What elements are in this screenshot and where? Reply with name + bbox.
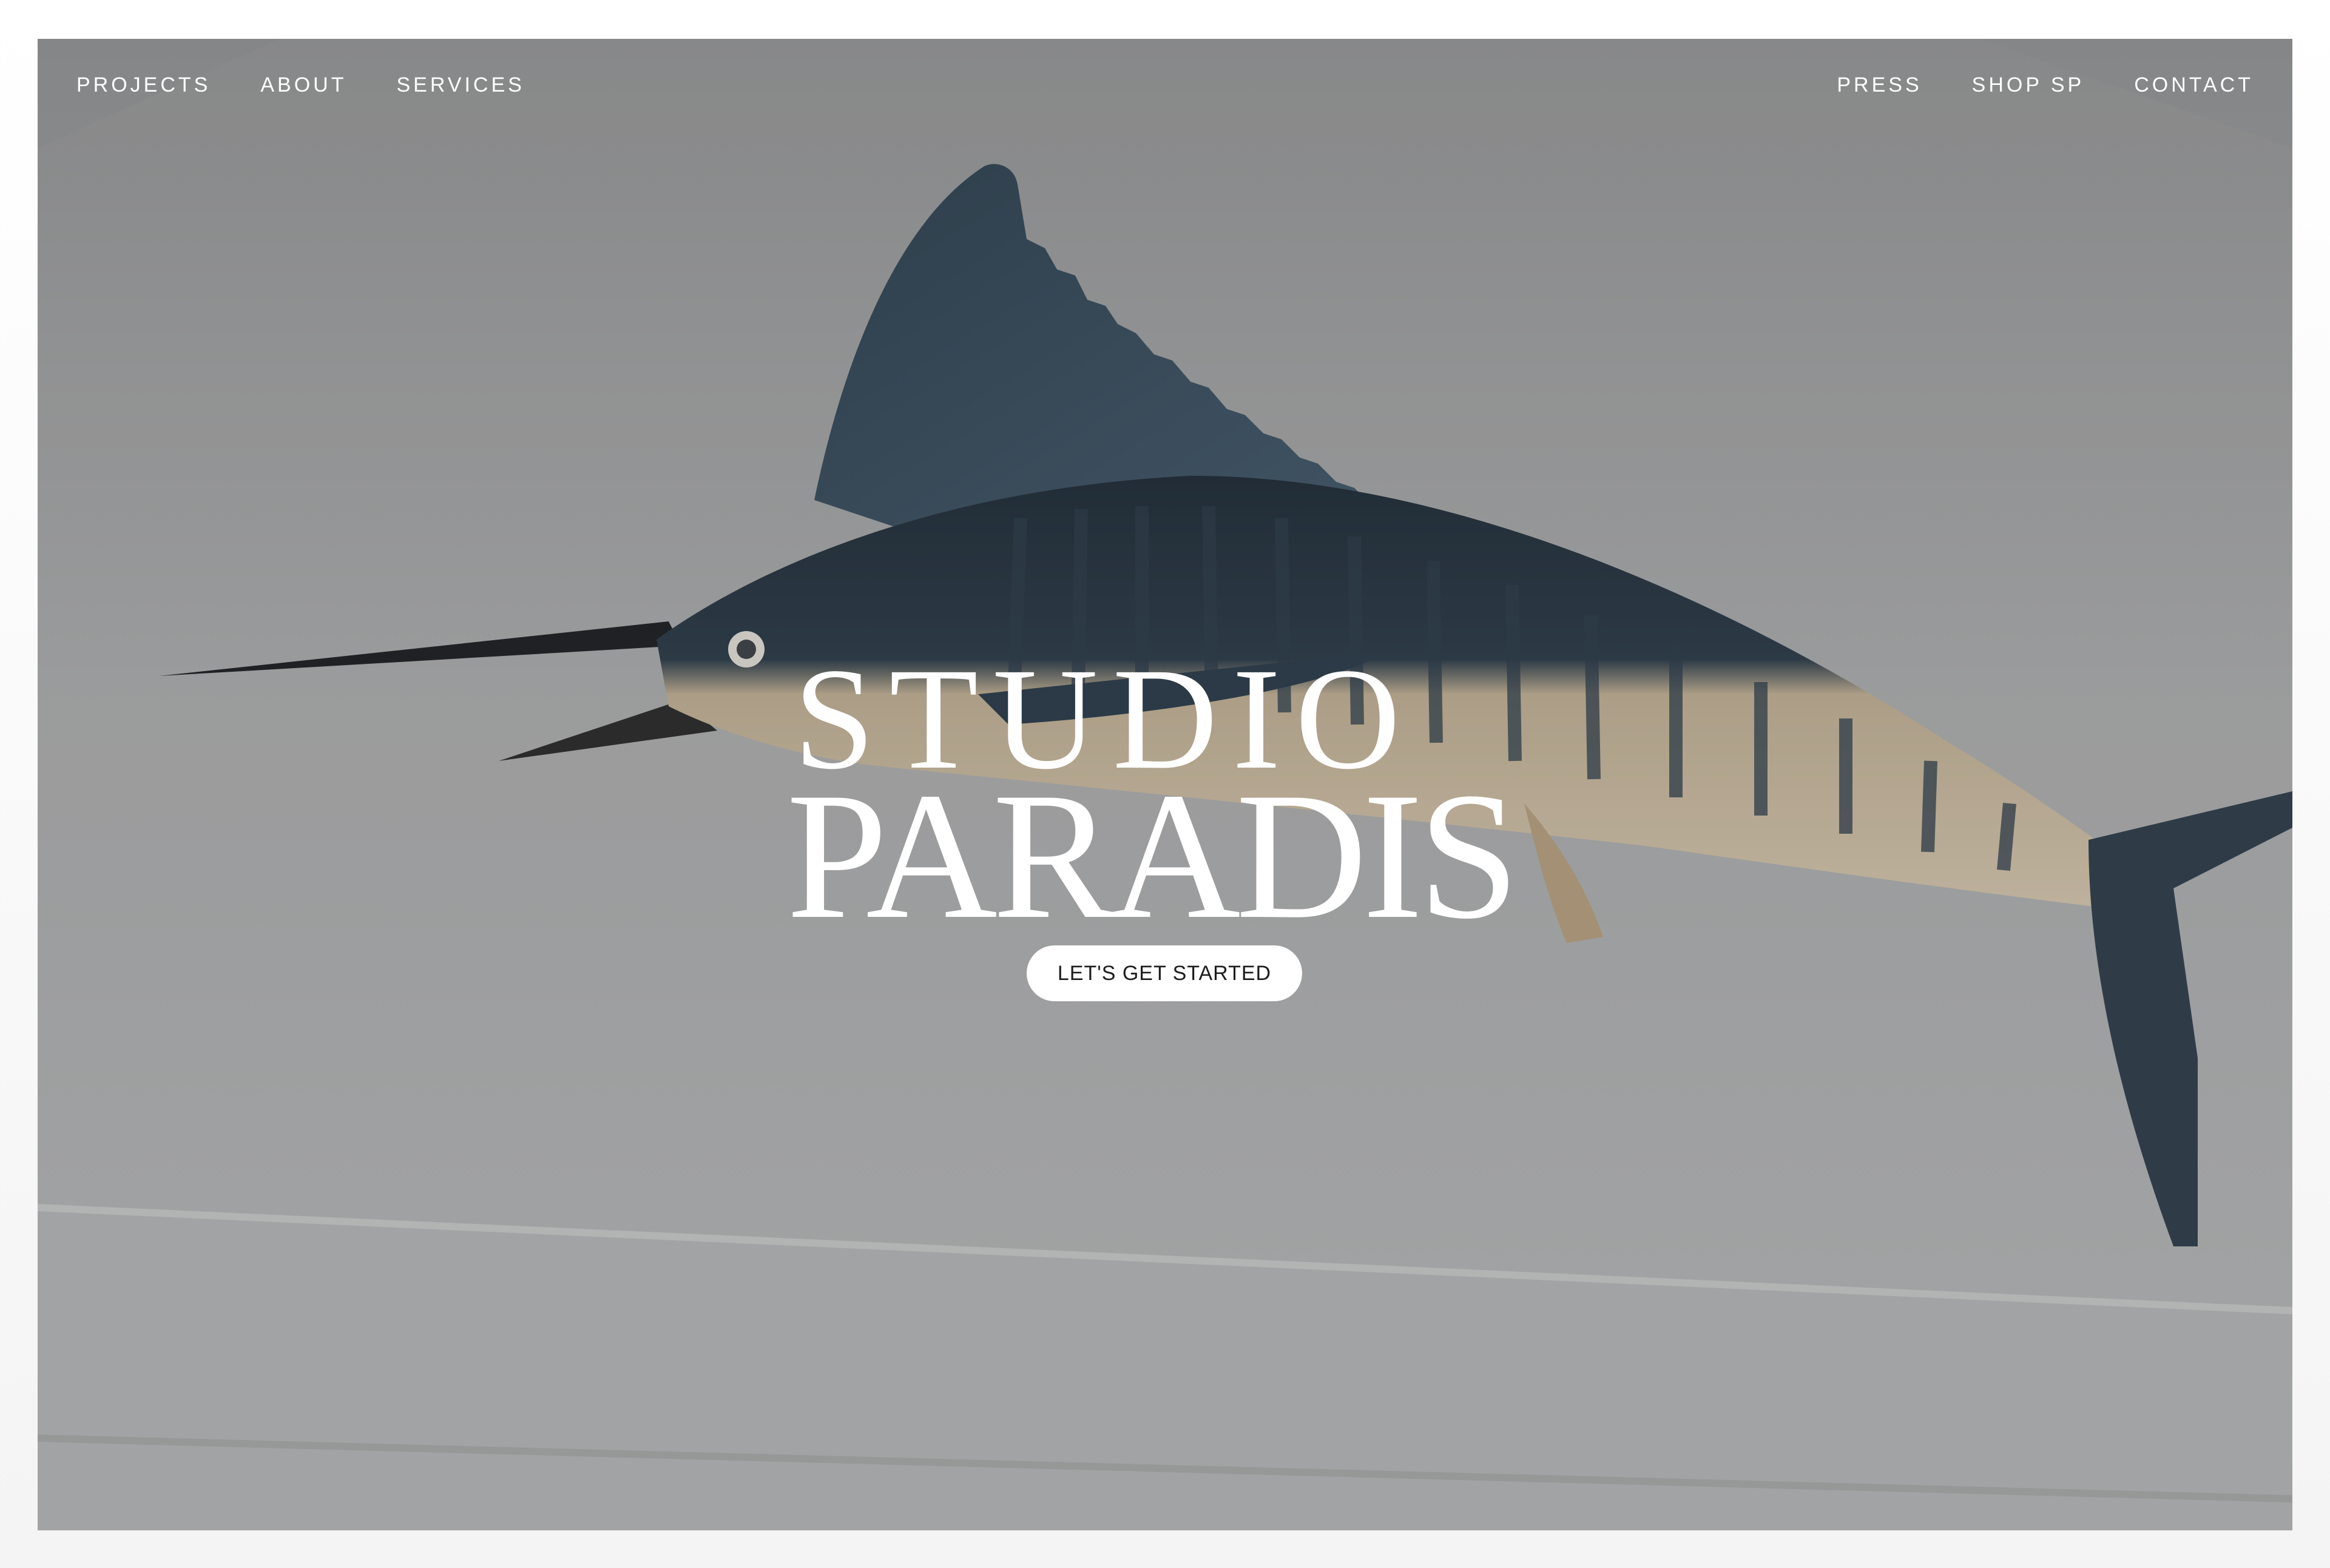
hero-section: PROJECTS ABOUT SERVICES PRESS SHOP SP CO… [38,39,2292,1530]
nav-link-about[interactable]: ABOUT [260,73,346,97]
nav-link-services[interactable]: SERVICES [396,73,524,97]
nav-link-contact[interactable]: CONTACT [2134,73,2254,97]
nav-link-projects[interactable]: PROJECTS [76,73,211,97]
page-frame: PROJECTS ABOUT SERVICES PRESS SHOP SP CO… [0,0,2330,1568]
nav-link-press[interactable]: PRESS [1837,73,1922,97]
primary-nav-right: PRESS SHOP SP CONTACT [1837,73,2254,97]
nav-link-shop-sp[interactable]: SHOP SP [1972,73,2085,97]
logo-wordmark-paradis: PARADIS [786,755,1519,956]
get-started-button[interactable]: LET'S GET STARTED [1027,945,1302,1001]
primary-nav-left: PROJECTS ABOUT SERVICES [76,73,525,97]
